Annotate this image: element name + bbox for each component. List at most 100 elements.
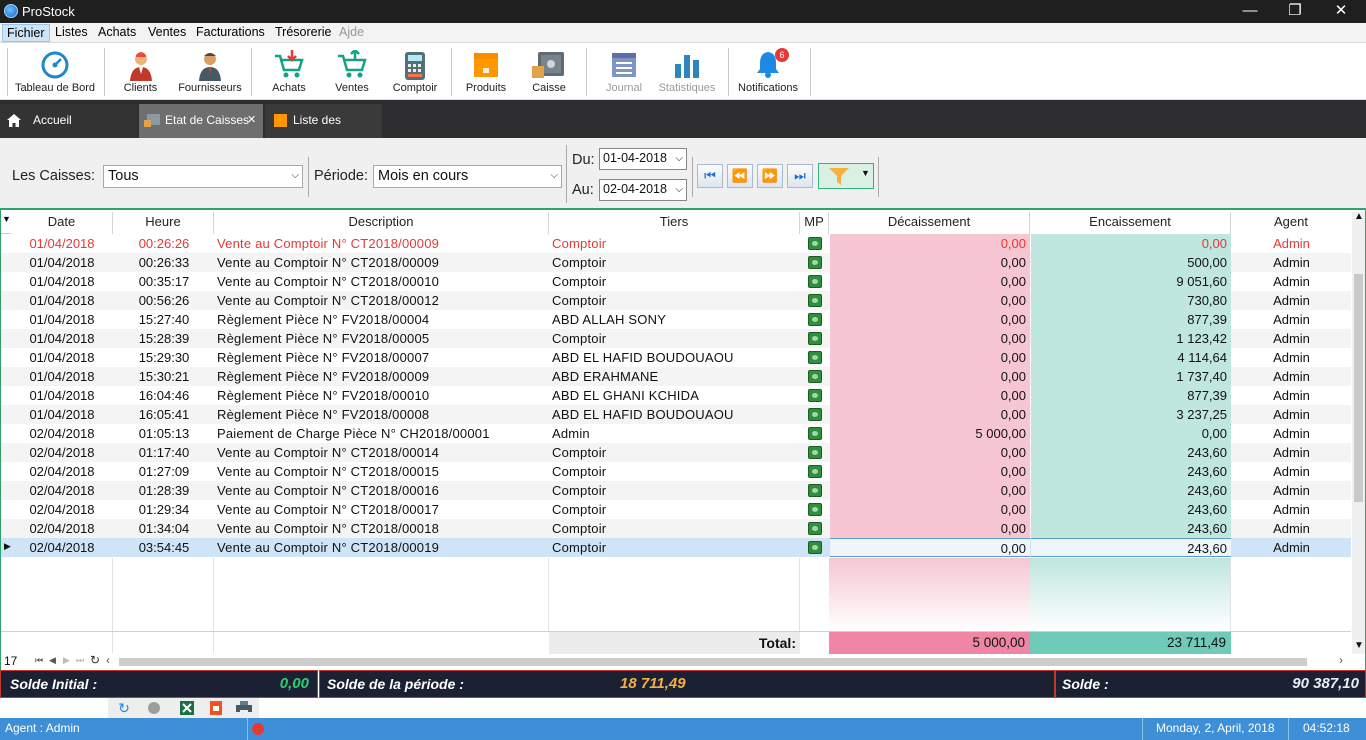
table-row[interactable]: 01/04/2018 00:56:26 Vente au Comptoir N° C… [1,291,1351,310]
vertical-scrollbar[interactable]: ▲ ▼ [1352,211,1365,654]
next-period-button[interactable]: ⏩ [757,164,783,188]
du-label: Du: [572,152,595,168]
cell-decaissement: 0,00 [830,500,1030,519]
nav-last-icon[interactable]: ⏭ [76,655,84,666]
notifications-button[interactable]: 6 Notifications [737,46,799,98]
table-row[interactable]: 01/04/2018 15:30:21 Règlement Pièce N° FV2… [1,367,1351,386]
table-row[interactable]: 01/04/2018 15:28:39 Règlement Pièce N° FV2… [1,329,1351,348]
cell-date: 01/04/2018 [29,293,95,308]
cell-agent: Admin [1273,521,1310,536]
caisses-select[interactable]: Tous ⌵ [103,165,303,188]
filter-button[interactable]: ▼ [818,163,874,189]
cell-encaissement: 1 123,42 [1031,329,1231,348]
horizontal-scroll-thumb[interactable] [119,658,1307,666]
previous-period-button[interactable]: ⏪ [727,164,753,188]
comptoir-button[interactable]: Comptoir [390,46,440,98]
du-date-picker[interactable]: 01-04-2018 ⌵ [599,148,687,170]
header-description[interactable]: Description [214,212,549,234]
cell-date: 02/04/2018 [29,540,95,555]
menu-facturations[interactable]: Facturations [196,25,265,39]
cell-decaissement: 0,00 [830,443,1030,462]
au-date-picker[interactable]: 02-04-2018 ⌵ [599,179,687,201]
nav-next-icon[interactable]: ▶ [63,655,70,666]
header-tiers[interactable]: Tiers [549,212,800,234]
tableau-de-bord-button[interactable]: Tableau de Bord [12,46,98,98]
table-row[interactable]: 02/04/2018 01:28:39 Vente au Comptoir N° C… [1,481,1351,500]
menu-fichier[interactable]: Fichier [2,24,50,42]
table-row[interactable]: ▶ 02/04/2018 03:54:45 Vente au Comptoir N° … [1,538,1351,557]
excel-export-button[interactable] [176,699,198,717]
close-tab-icon[interactable]: ✕ [247,104,256,136]
nav-first-icon[interactable]: ⏮ [35,655,43,666]
periode-select[interactable]: Mois en cours ⌵ [373,165,562,188]
sync-icon[interactable]: ↻ [113,699,135,717]
vertical-scroll-thumb[interactable] [1354,274,1363,502]
nav-prev-icon[interactable]: ◀ [49,655,56,666]
du-value: 01-04-2018 [603,151,667,165]
menu-ventes[interactable]: Ventes [148,25,186,39]
table-row[interactable]: 01/04/2018 16:05:41 Règlement Pièce N° FV2… [1,405,1351,424]
header-decaissement[interactable]: Décaissement [829,212,1030,234]
fournisseurs-button[interactable]: Fournisseurs [176,46,244,98]
minimize-button[interactable]: — [1227,0,1273,23]
menu-aide[interactable]: Ajde [339,25,364,39]
solde-initial-panel: Solde Initial : 0,00 [0,670,318,698]
coin-button[interactable] [143,699,165,717]
tab-accueil[interactable]: Accueil [0,104,137,138]
header-encaissement[interactable]: Encaissement [1030,212,1231,234]
scroll-up-icon[interactable]: ▲ [1354,211,1364,222]
cell-decaissement: 0,00 [830,234,1030,253]
caisse-button[interactable]: Caisse [527,46,571,98]
print-button[interactable] [233,699,255,717]
cell-heure: 01:34:04 [138,521,190,536]
ventes-button[interactable]: Ventes [327,46,377,98]
table-row[interactable]: 01/04/2018 15:29:30 Règlement Pièce N° FV2… [1,348,1351,367]
toolbar-separator [728,48,729,96]
table-row[interactable]: 01/04/2018 16:04:46 Règlement Pièce N° FV2… [1,386,1351,405]
header-mp[interactable]: MP [800,212,829,234]
status-divider [1288,718,1289,740]
table-row[interactable]: 01/04/2018 00:26:26 Vente au Comptoir N° C… [1,234,1351,253]
tab-etat-de-caisses[interactable]: Etat de Caisses ✕ [139,104,263,138]
tab-liste-des-produits[interactable]: Liste des Produits [265,104,382,159]
scroll-left-icon[interactable]: ‹ [106,653,110,667]
table-row[interactable]: 02/04/2018 01:34:04 Vente au Comptoir N° C… [1,519,1351,538]
safe-icon [532,52,564,78]
menu-listes[interactable]: Listes [55,25,88,39]
skip-first-icon: ⏮ [704,168,716,183]
statistiques-button[interactable]: Statistiques [657,46,717,98]
scroll-right-icon[interactable]: › [1339,653,1343,667]
table-row[interactable]: 02/04/2018 01:17:40 Vente au Comptoir N° C… [1,443,1351,462]
cell-heure: 00:26:26 [138,236,190,251]
table-row[interactable]: 02/04/2018 01:27:09 Vente au Comptoir N° C… [1,462,1351,481]
table-row[interactable]: 02/04/2018 01:29:34 Vente au Comptoir N° C… [1,500,1351,519]
menu-achats[interactable]: Achats [98,25,136,39]
first-period-button[interactable]: ⏮ [697,164,723,188]
row-indicator-menu-icon[interactable]: ▼ [2,214,11,224]
cell-heure: 15:30:21 [138,369,190,384]
pdf-export-button[interactable] [205,699,227,717]
maximize-button[interactable]: ❐ [1272,0,1318,23]
table-row[interactable]: 02/04/2018 01:05:13 Paiement de Charge Piè… [1,424,1351,443]
client-person-icon [129,52,152,81]
achats-button[interactable]: Achats [264,46,314,98]
produits-button[interactable]: Produits [462,46,510,98]
header-agent[interactable]: Agent [1231,212,1351,234]
table-row[interactable]: 01/04/2018 00:35:17 Vente au Comptoir N° C… [1,272,1351,291]
header-heure[interactable]: Heure [113,212,214,234]
refresh-icon[interactable]: ↻ [90,653,100,667]
table-row[interactable]: 01/04/2018 00:26:33 Vente au Comptoir N° C… [1,253,1351,272]
clients-button[interactable]: Clients [118,46,163,98]
table-row[interactable]: 01/04/2018 15:27:40 Règlement Pièce N° FV2… [1,310,1351,329]
close-window-button[interactable]: ✕ [1318,0,1364,23]
scroll-down-icon[interactable]: ▼ [1354,640,1364,651]
header-date[interactable]: Date [11,212,113,234]
last-period-button[interactable]: ⏭ [787,164,813,188]
menu-tresorerie[interactable]: Trésorerie [275,25,332,39]
cell-encaissement: 1 737,40 [1031,367,1231,386]
bar-chart-icon [675,55,699,78]
solde-periode-panel: Solde de la période : 18 711,49 [319,670,1055,698]
cell-mp [801,538,828,557]
decaissement-empty-area [829,558,1030,631]
journal-button[interactable]: Journal [600,46,648,98]
